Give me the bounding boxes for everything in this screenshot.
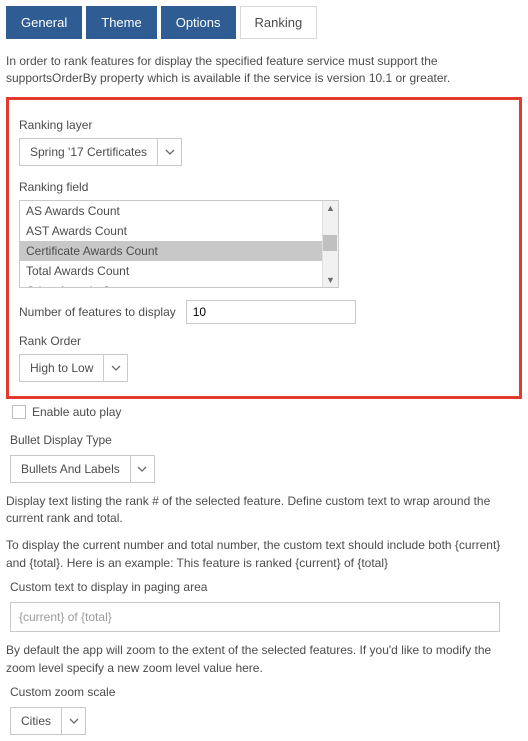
rank-order-chevron[interactable] (103, 355, 127, 381)
ranking-layer-value: Spring '17 Certificates (20, 139, 157, 165)
chevron-down-icon (165, 147, 175, 157)
bullet-display-chevron[interactable] (130, 456, 154, 482)
display-text-help-2: To display the current number and total … (6, 537, 522, 572)
ranking-field-option[interactable]: Other Awards Count (20, 281, 322, 287)
zoom-help-text: By default the app will zoom to the exte… (6, 642, 522, 677)
custom-zoom-value: Cities (11, 708, 61, 734)
custom-zoom-select[interactable]: Cities (10, 707, 86, 735)
rank-order-select[interactable]: High to Low (19, 354, 128, 382)
chevron-down-icon (137, 464, 147, 474)
rank-order-value: High to Low (20, 355, 103, 381)
tab-options[interactable]: Options (161, 6, 236, 39)
display-text-help-1: Display text listing the rank # of the s… (6, 493, 522, 528)
custom-text-input[interactable]: {current} of {total} (10, 602, 500, 632)
num-features-input[interactable] (186, 300, 356, 324)
ranking-field-items: AS Awards Count AST Awards Count Certifi… (20, 201, 322, 287)
num-features-label: Number of features to display (19, 305, 176, 319)
chevron-down-icon (69, 716, 79, 726)
chevron-down-icon (111, 363, 121, 373)
scroll-down-icon[interactable]: ▼ (326, 275, 335, 285)
auto-play-checkbox[interactable] (12, 405, 26, 419)
custom-text-placeholder: {current} of {total} (19, 610, 112, 624)
ranking-layer-chevron[interactable] (157, 139, 181, 165)
ranking-field-label: Ranking field (19, 180, 509, 194)
auto-play-label: Enable auto play (32, 405, 121, 419)
scroll-up-icon[interactable]: ▲ (326, 203, 335, 213)
rank-order-label: Rank Order (19, 334, 509, 348)
tab-theme[interactable]: Theme (86, 6, 156, 39)
tab-general[interactable]: General (6, 6, 82, 39)
ranking-field-option[interactable]: AS Awards Count (20, 201, 322, 221)
ranking-field-option[interactable]: Total Awards Count (20, 261, 322, 281)
bullet-display-label: Bullet Display Type (10, 433, 522, 447)
ranking-field-listbox[interactable]: AS Awards Count AST Awards Count Certifi… (19, 200, 339, 288)
custom-text-label: Custom text to display in paging area (10, 580, 522, 594)
custom-zoom-chevron[interactable] (61, 708, 85, 734)
tab-list: General Theme Options Ranking (6, 6, 522, 39)
custom-zoom-label: Custom zoom scale (10, 685, 522, 699)
ranking-field-option[interactable]: Certificate Awards Count (20, 241, 322, 261)
ranking-field-option[interactable]: AST Awards Count (20, 221, 322, 241)
bullet-display-value: Bullets And Labels (11, 456, 130, 482)
ranking-layer-label: Ranking layer (19, 118, 509, 132)
intro-text: In order to rank features for display th… (6, 53, 522, 87)
scroll-thumb[interactable] (323, 235, 337, 251)
bullet-display-select[interactable]: Bullets And Labels (10, 455, 155, 483)
ranking-layer-select[interactable]: Spring '17 Certificates (19, 138, 182, 166)
ranking-config-group: Ranking layer Spring '17 Certificates Ra… (6, 97, 522, 399)
tab-ranking[interactable]: Ranking (240, 6, 318, 39)
